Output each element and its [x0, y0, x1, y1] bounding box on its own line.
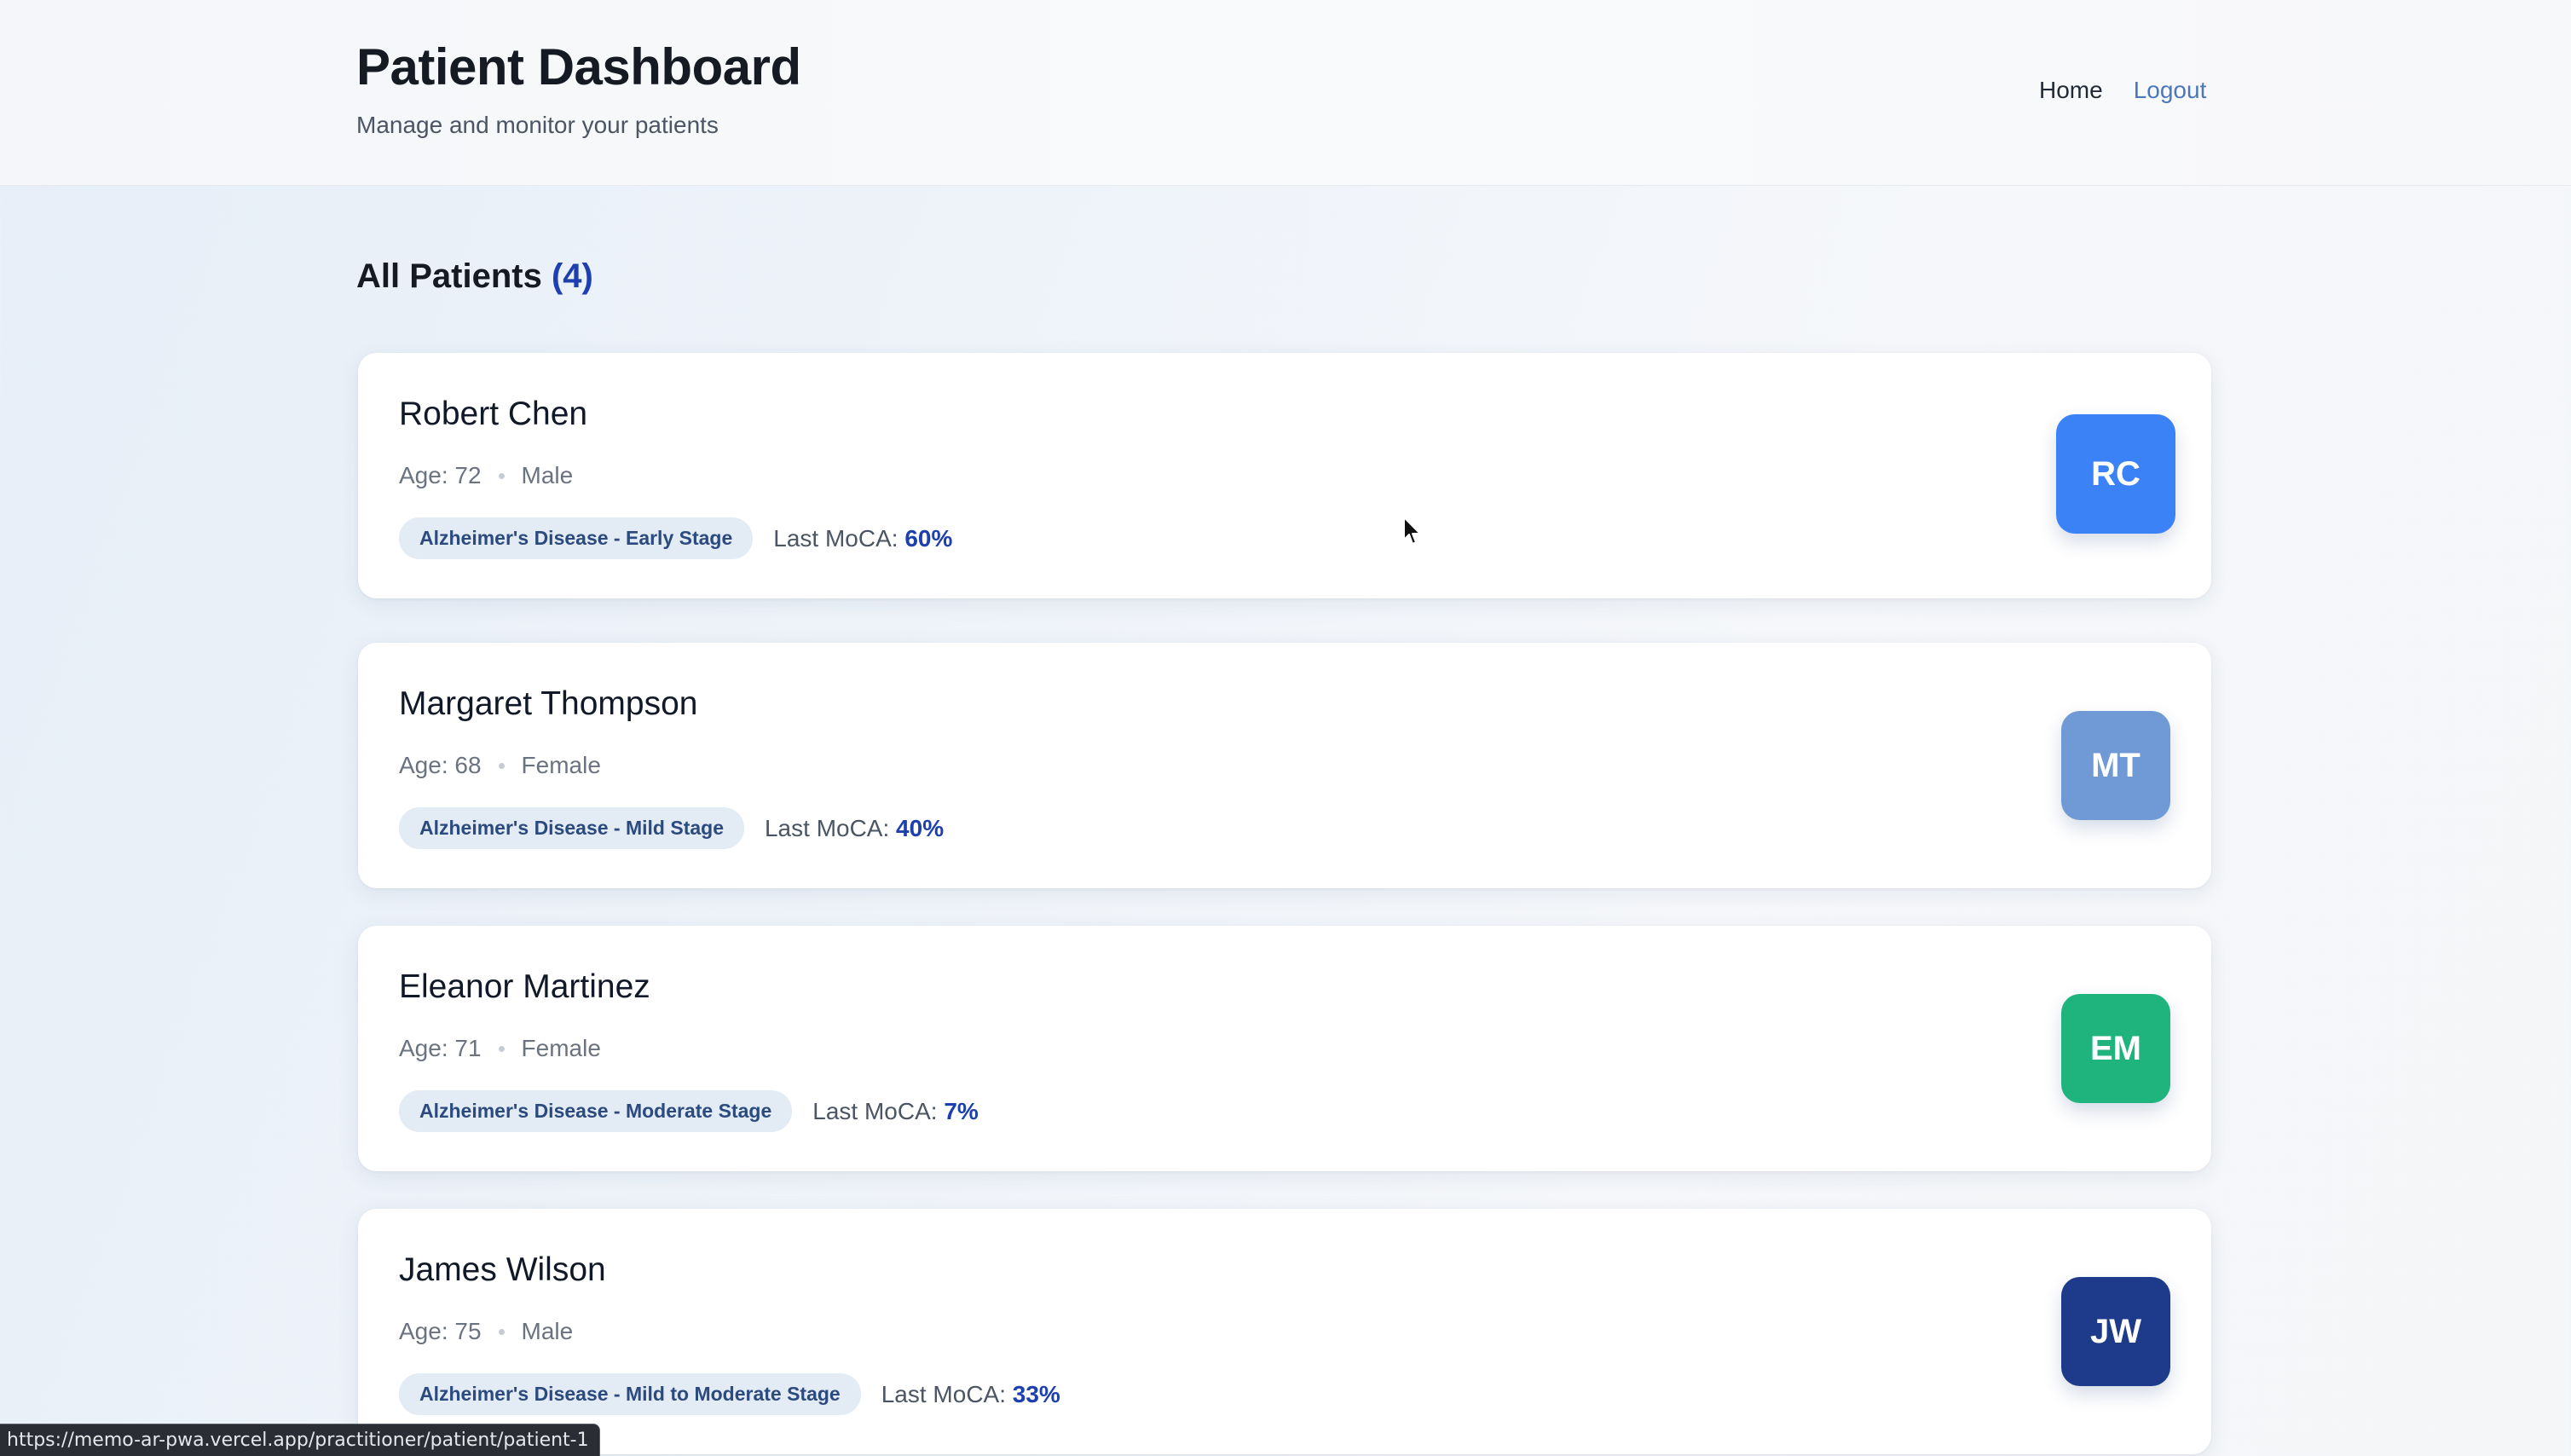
patient-card-eleanor-martinez[interactable]: Eleanor Martinez Age: 71 Female Alzheime…: [358, 926, 2211, 1171]
separator-dot: [498, 1328, 505, 1335]
patient-age: Age: 72: [399, 462, 482, 488]
moca-value: 60%: [904, 524, 953, 552]
patient-age: Age: 71: [399, 1035, 482, 1061]
patient-tags: Alzheimer's Disease - Early Stage Last M…: [399, 517, 952, 559]
patient-gender: Female: [521, 752, 601, 778]
patient-name: James Wilson: [399, 1251, 606, 1288]
nav-home-link[interactable]: Home: [2039, 77, 2103, 104]
diagnosis-badge: Alzheimer's Disease - Mild to Moderate S…: [399, 1373, 861, 1415]
patient-tags: Alzheimer's Disease - Moderate Stage Las…: [399, 1090, 979, 1132]
separator-dot: [498, 472, 505, 479]
status-bar-url: https://memo-ar-pwa.vercel.app/practitio…: [0, 1424, 600, 1456]
last-moca: Last MoCA: 7%: [812, 1098, 979, 1125]
patient-avatar: JW: [2061, 1277, 2170, 1386]
moca-value: 33%: [1012, 1380, 1060, 1407]
mouse-pointer-icon: [1403, 517, 1421, 545]
patient-gender: Male: [521, 462, 574, 488]
patient-avatar: MT: [2061, 711, 2170, 820]
separator-dot: [498, 762, 505, 769]
patient-gender: Female: [521, 1035, 601, 1061]
last-moca: Last MoCA: 60%: [773, 525, 952, 552]
moca-value: 40%: [896, 814, 945, 841]
patient-age: Age: 75: [399, 1318, 482, 1344]
top-nav: Home Logout: [2039, 77, 2206, 104]
separator-dot: [498, 1045, 505, 1052]
moca-label: Last MoCA:: [881, 1380, 1006, 1407]
last-moca: Last MoCA: 40%: [765, 815, 944, 842]
patient-count: (4): [551, 257, 593, 295]
patient-gender: Male: [521, 1318, 574, 1344]
patient-avatar: EM: [2061, 994, 2170, 1103]
section-heading: All Patients (4): [356, 257, 593, 296]
patient-meta: Age: 68 Female: [399, 752, 601, 779]
patient-meta: Age: 75 Male: [399, 1318, 573, 1345]
patient-name: Margaret Thompson: [399, 685, 698, 722]
diagnosis-badge: Alzheimer's Disease - Early Stage: [399, 517, 754, 559]
patient-tags: Alzheimer's Disease - Mild to Moderate S…: [399, 1373, 1060, 1415]
patient-meta: Age: 72 Male: [399, 462, 573, 489]
page-title: Patient Dashboard: [356, 38, 801, 95]
last-moca: Last MoCA: 33%: [881, 1381, 1060, 1408]
patient-name: Robert Chen: [399, 396, 588, 432]
patient-tags: Alzheimer's Disease - Mild Stage Last Mo…: [399, 807, 944, 849]
patient-age: Age: 68: [399, 752, 482, 778]
moca-label: Last MoCA:: [773, 524, 898, 552]
moca-label: Last MoCA:: [764, 814, 890, 841]
page-subtitle: Manage and monitor your patients: [356, 112, 719, 138]
patient-avatar: RC: [2056, 414, 2175, 534]
patient-card-robert-chen[interactable]: Robert Chen Age: 72 Male Alzheimer's Dis…: [358, 353, 2211, 598]
moca-label: Last MoCA:: [812, 1097, 938, 1124]
nav-logout-link[interactable]: Logout: [2134, 77, 2207, 104]
patient-card-margaret-thompson[interactable]: Margaret Thompson Age: 68 Female Alzheim…: [358, 643, 2211, 888]
section-title: All Patients: [356, 257, 542, 295]
page-header: Patient Dashboard Manage and monitor you…: [0, 0, 2571, 186]
patient-name: Eleanor Martinez: [399, 968, 650, 1005]
patient-card-james-wilson[interactable]: James Wilson Age: 75 Male Alzheimer's Di…: [358, 1209, 2211, 1454]
diagnosis-badge: Alzheimer's Disease - Moderate Stage: [399, 1090, 793, 1132]
patient-meta: Age: 71 Female: [399, 1035, 601, 1062]
moca-value: 7%: [944, 1097, 979, 1124]
diagnosis-badge: Alzheimer's Disease - Mild Stage: [399, 807, 744, 849]
